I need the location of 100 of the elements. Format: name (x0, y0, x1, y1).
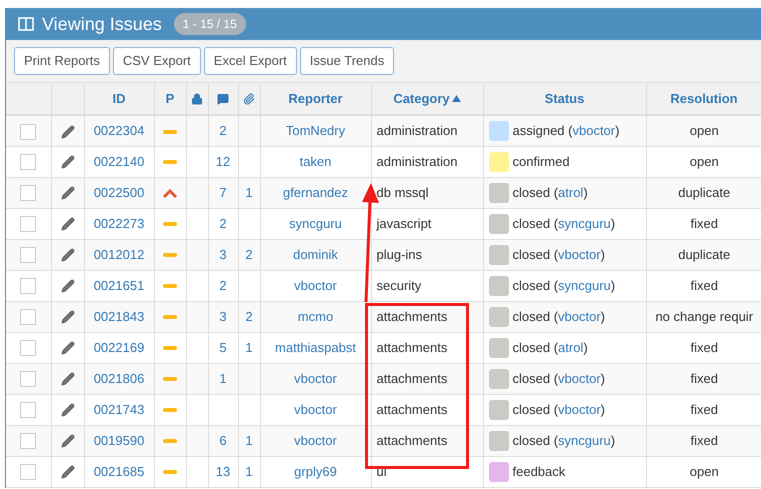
edit-icon[interactable] (60, 465, 74, 480)
comments-icon[interactable] (217, 93, 229, 106)
issue-id-link[interactable]: 0022169 (94, 340, 144, 355)
row-checkbox[interactable] (20, 247, 36, 264)
note-count[interactable]: 2 (219, 278, 227, 293)
note-count[interactable]: 12 (216, 154, 230, 169)
reporter-link[interactable]: syncguru (289, 216, 342, 231)
page-title: Viewing Issues (42, 12, 162, 36)
note-count[interactable]: 2 (219, 216, 227, 231)
status-text: feedback (512, 464, 566, 479)
issue-id-link[interactable]: 0021806 (94, 370, 144, 386)
status-text-end: ) (610, 216, 616, 231)
row-checkbox[interactable] (20, 402, 36, 418)
note-count[interactable]: 5 (219, 340, 227, 355)
handler-link[interactable]: vboctor (558, 370, 601, 386)
issue-id-link[interactable]: 0022140 (94, 154, 144, 169)
edit-icon[interactable] (60, 310, 74, 324)
handler-link[interactable]: syncguru (558, 216, 611, 231)
column-header[interactable]: ID (112, 88, 126, 108)
edit-icon[interactable] (60, 155, 74, 170)
edit-icon[interactable] (60, 279, 74, 294)
handler-link[interactable]: syncguru (558, 278, 611, 293)
issue-id-link[interactable]: 0022273 (94, 216, 144, 231)
edit-icon[interactable] (60, 434, 74, 448)
reporter-link[interactable]: TomNedry (286, 123, 346, 138)
lock-icon[interactable] (191, 93, 203, 106)
note-count[interactable]: 3 (219, 308, 227, 324)
note-count[interactable]: 3 (219, 246, 227, 262)
reporter-link[interactable]: vboctor (294, 370, 337, 386)
column-header[interactable]: Resolution (670, 88, 738, 108)
category-text: attachments (376, 402, 448, 417)
status-text-end: ) (600, 370, 606, 386)
handler-link[interactable]: atrol (558, 184, 584, 200)
column-header[interactable]: P (166, 88, 174, 108)
reporter-link[interactable]: gfernandez (282, 184, 348, 200)
reporter-link[interactable]: dominik (293, 246, 338, 262)
issue-id-link[interactable]: 0012012 (94, 246, 144, 262)
edit-icon[interactable] (60, 248, 74, 262)
resolution-text: fixed (690, 370, 718, 386)
issue-id-link[interactable]: 0021843 (94, 308, 144, 324)
handler-link[interactable]: syncguru (558, 432, 611, 448)
handler-link[interactable]: vboctor (558, 246, 601, 262)
attachment-count[interactable]: 1 (245, 432, 253, 448)
status-text: closed ( (512, 402, 558, 417)
row-checkbox[interactable] (20, 464, 36, 480)
toolbar-button[interactable]: Print Reports (14, 47, 110, 75)
row-checkbox[interactable] (20, 278, 36, 294)
toolbar-button[interactable]: CSV Export (112, 47, 201, 75)
row-checkbox[interactable] (20, 340, 36, 356)
note-count[interactable]: 13 (216, 464, 230, 479)
row-checkbox[interactable] (20, 309, 36, 326)
attachment-count[interactable]: 1 (245, 184, 253, 200)
attachment-count[interactable]: 2 (245, 308, 253, 324)
note-count[interactable]: 1 (219, 370, 227, 386)
row-checkbox[interactable] (20, 154, 36, 170)
handler-link[interactable]: vboctor (572, 123, 616, 138)
edit-icon[interactable] (60, 341, 74, 356)
reporter-link[interactable]: mcmo (298, 308, 334, 324)
reporter-link[interactable]: matthiaspabst (275, 340, 356, 355)
category-text: administration (376, 123, 458, 138)
row-checkbox[interactable] (20, 371, 36, 388)
reporter-link[interactable]: taken (300, 154, 332, 169)
resolution-text: open (690, 154, 719, 169)
paperclip-icon[interactable] (243, 93, 255, 106)
row-checkbox[interactable] (20, 433, 36, 450)
reporter-link[interactable]: vboctor (294, 278, 337, 293)
row-checkbox[interactable] (20, 185, 36, 202)
issue-id-link[interactable]: 0022304 (94, 123, 144, 138)
issue-id-link[interactable]: 0021685 (94, 464, 144, 479)
reporter-link[interactable]: vboctor (294, 402, 337, 417)
attachment-count[interactable]: 1 (245, 464, 253, 479)
edit-icon[interactable] (60, 217, 74, 232)
handler-link[interactable]: atrol (558, 340, 584, 355)
column-header[interactable]: Category (393, 88, 450, 108)
issue-id-link[interactable]: 0021651 (94, 278, 144, 293)
note-count[interactable]: 7 (219, 184, 227, 200)
column-header[interactable]: Reporter (288, 88, 343, 108)
edit-icon[interactable] (60, 124, 74, 139)
column-header[interactable]: Status (544, 88, 584, 108)
issue-id-link[interactable]: 0021743 (94, 402, 144, 417)
edit-icon[interactable] (60, 372, 74, 386)
row-checkbox[interactable] (20, 124, 36, 140)
issue-id-link[interactable]: 0022500 (94, 184, 144, 200)
note-count[interactable]: 2 (219, 123, 227, 138)
handler-link[interactable]: vboctor (558, 402, 601, 417)
handler-link[interactable]: vboctor (558, 308, 601, 324)
row-checkbox[interactable] (20, 216, 36, 232)
toolbar-button[interactable]: Excel Export (204, 47, 297, 75)
status-text: closed ( (512, 370, 558, 386)
note-count[interactable]: 6 (219, 432, 227, 448)
issue-id-link[interactable]: 0019590 (94, 432, 144, 448)
reporter-link[interactable]: vboctor (294, 432, 337, 448)
toolbar-button[interactable]: Issue Trends (300, 47, 394, 75)
status-text-end: ) (583, 184, 588, 200)
sort-ascending-icon[interactable] (452, 95, 461, 102)
edit-icon[interactable] (60, 186, 74, 200)
attachment-count[interactable]: 2 (245, 246, 253, 262)
reporter-link[interactable]: grply69 (294, 464, 337, 479)
attachment-count[interactable]: 1 (245, 340, 253, 355)
edit-icon[interactable] (60, 403, 74, 418)
